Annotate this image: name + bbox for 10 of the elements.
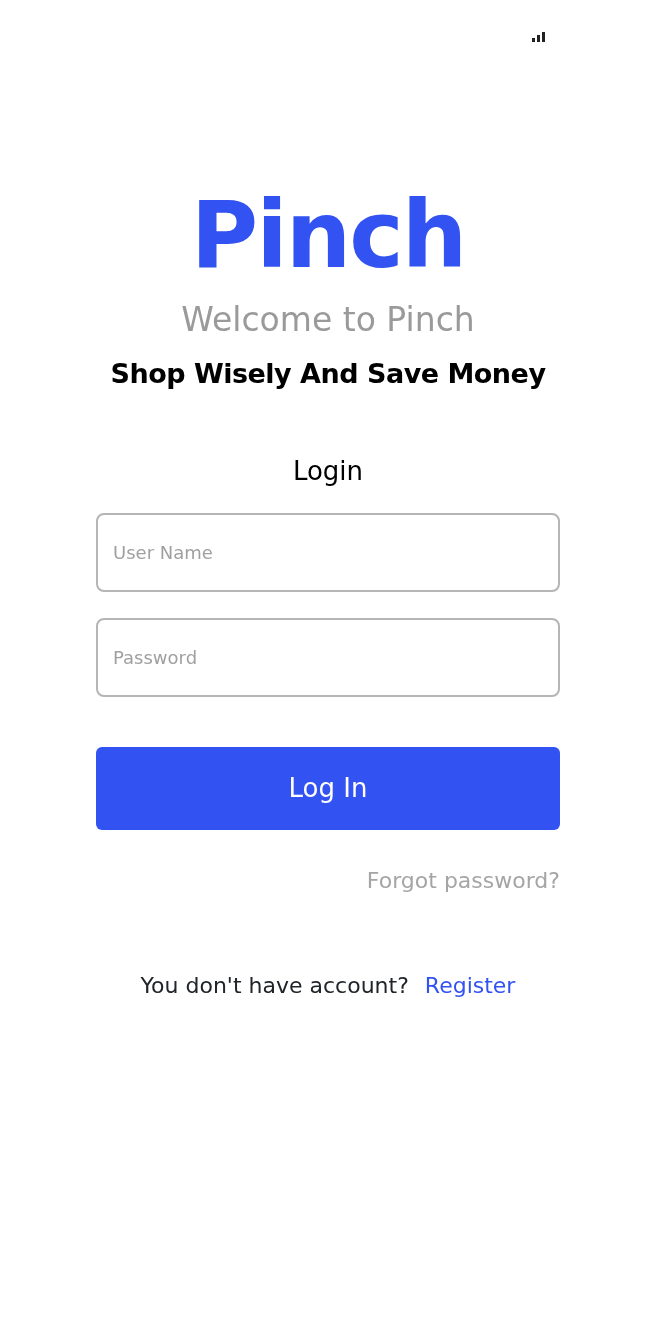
welcome-heading: Welcome to Pinch — [181, 300, 475, 340]
signal-icon — [532, 32, 548, 42]
form-title: Login — [292, 455, 364, 489]
app-logo: Pinch — [190, 190, 466, 282]
login-button[interactable]: Log In — [96, 747, 560, 831]
password-field[interactable]: Password — [96, 618, 560, 698]
register-prompt: You don't have account? — [140, 972, 409, 1001]
username-field[interactable]: User Name — [96, 513, 560, 593]
register-link[interactable]: Register — [424, 969, 516, 1003]
tagline: Shop Wisely And Save Money — [110, 356, 546, 391]
